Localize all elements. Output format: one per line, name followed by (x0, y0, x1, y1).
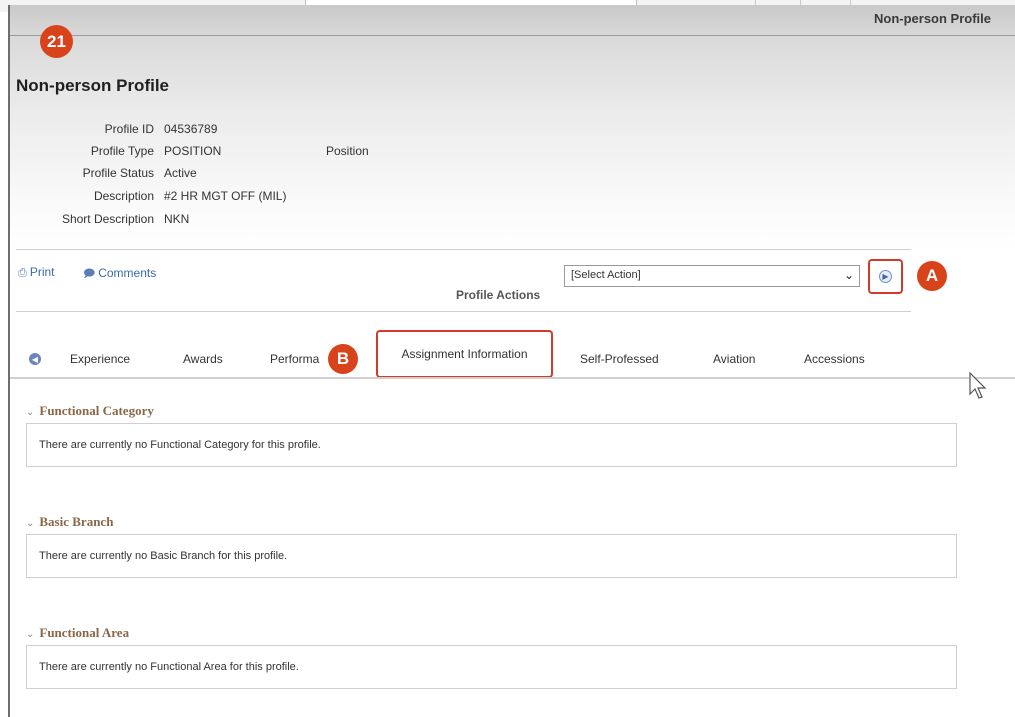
chevron-left-icon[interactable]: ◀ (29, 353, 41, 365)
header-band (10, 5, 1015, 250)
profile-id-value: 04536789 (164, 122, 218, 136)
section-title-functional-category: Functional Category (39, 403, 154, 418)
mouse-pointer-icon (969, 372, 987, 399)
short-description-value: NKN (164, 212, 190, 226)
profile-type-description: Position (326, 144, 369, 158)
chevron-down-icon: ⌄ (843, 268, 854, 282)
tab-accessions[interactable]: Accessions (804, 352, 865, 366)
comment-icon: 🗩 (83, 268, 96, 280)
comments-label: Comments (98, 266, 157, 280)
empty-message: There are currently no Basic Branch for … (39, 550, 288, 562)
profile-window: Non-person Profile 21 Non-person Profile… (8, 5, 1015, 717)
tab-assignment-information[interactable]: Assignment Information (376, 330, 553, 378)
print-link[interactable]: ⎙ Print (18, 265, 55, 280)
header-page-title: Non-person Profile (873, 11, 991, 26)
chevron-down-icon: ⌄ (26, 629, 35, 640)
tab-bar-underline (10, 377, 1015, 379)
go-button-highlight: ▶ (868, 259, 903, 294)
empty-message: There are currently no Functional Area f… (39, 661, 299, 673)
divider (16, 249, 911, 250)
print-label: Print (29, 265, 55, 279)
callout-a: A (917, 261, 947, 291)
tab-awards[interactable]: Awards (183, 352, 223, 366)
description-value: #2 HR MGT OFF (MIL) (164, 189, 287, 203)
tab-self-professed[interactable]: Self-Professed (580, 352, 659, 366)
tab-performance[interactable]: Performa (270, 352, 319, 366)
section-functional-area: There are currently no Functional Area f… (26, 645, 957, 689)
header-rule (10, 35, 1015, 36)
section-title-functional-area: Functional Area (39, 625, 130, 640)
profile-type-label: Profile Type (90, 144, 154, 158)
section-toggle-basic-branch[interactable]: ⌄ Basic Branch (26, 514, 113, 530)
profile-type-value: POSITION (164, 144, 222, 158)
comments-link[interactable]: 🗩 Comments (83, 265, 156, 284)
description-label: Description (93, 189, 154, 203)
tab-experience[interactable]: Experience (70, 352, 130, 366)
profile-actions-selected-value: [Select Action] (571, 269, 641, 281)
short-description-label: Short Description (61, 212, 154, 226)
chevron-down-icon: ⌄ (26, 407, 35, 418)
chevron-down-icon: ⌄ (26, 518, 35, 529)
page-title: Non-person Profile (16, 76, 170, 95)
section-functional-category: There are currently no Functional Catego… (26, 423, 957, 467)
step-number-badge: 21 (40, 25, 73, 58)
section-title-basic-branch: Basic Branch (39, 514, 114, 529)
callout-b: B (328, 344, 358, 374)
profile-id-label: Profile ID (104, 122, 154, 136)
go-arrow-icon[interactable]: ▶ (879, 270, 892, 283)
printer-icon: ⎙ (18, 267, 27, 279)
empty-message: There are currently no Functional Catego… (39, 439, 321, 451)
profile-status-label: Profile Status (82, 166, 154, 180)
section-toggle-functional-area[interactable]: ⌄ Functional Area (26, 625, 129, 641)
profile-status-value: Active (164, 166, 197, 180)
divider (16, 311, 911, 312)
profile-actions-label: Profile Actions (456, 288, 541, 302)
tab-aviation[interactable]: Aviation (713, 352, 755, 366)
section-basic-branch: There are currently no Basic Branch for … (26, 534, 957, 578)
section-toggle-functional-category[interactable]: ⌄ Functional Category (26, 403, 154, 419)
profile-actions-select[interactable]: [Select Action] ⌄ (564, 265, 860, 287)
